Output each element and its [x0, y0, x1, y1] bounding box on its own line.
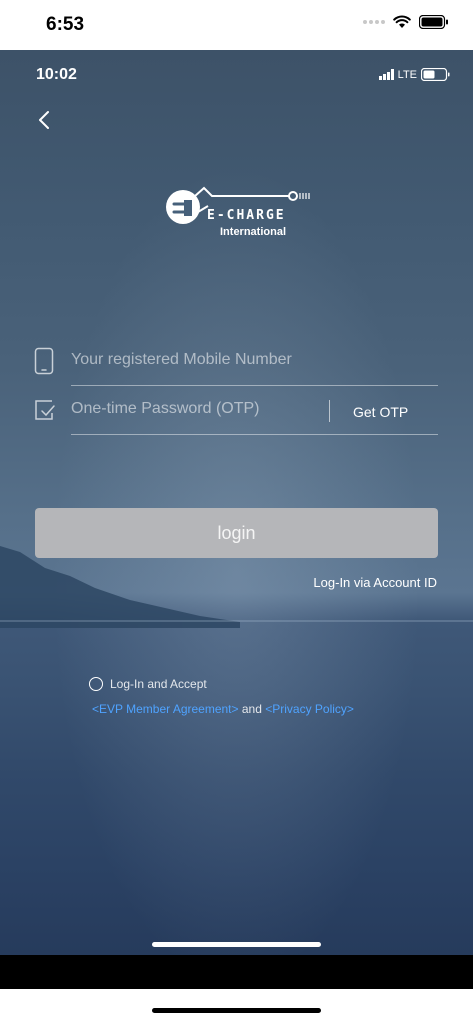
otp-separator — [329, 400, 330, 422]
app-clock: 10:02 — [36, 66, 77, 83]
mobile-phone-icon — [34, 347, 54, 375]
app-battery-icon — [421, 68, 450, 81]
agreement-line: <EVP Member Agreement> and <Privacy Poli… — [92, 702, 354, 716]
app-home-indicator — [152, 942, 321, 947]
get-otp-button[interactable]: Get OTP — [353, 404, 408, 420]
back-chevron-icon[interactable] — [34, 108, 56, 132]
privacy-policy-link[interactable]: <Privacy Policy> — [265, 702, 354, 716]
agreement-joiner: and — [238, 702, 266, 716]
horizon-line — [0, 620, 473, 622]
accept-radio[interactable] — [89, 677, 103, 691]
logo-brand-text: E-CHARGE — [207, 208, 286, 223]
login-button[interactable]: login — [35, 508, 438, 558]
outer-home-indicator[interactable] — [152, 1008, 321, 1013]
outer-clock: 6:53 — [46, 14, 85, 35]
network-label: LTE — [397, 68, 417, 81]
signal-dots-icon — [363, 20, 385, 24]
battery-icon — [419, 15, 448, 29]
member-agreement-link[interactable]: <EVP Member Agreement> — [92, 702, 239, 716]
outer-status-bar: 6:53 — [0, 0, 473, 50]
app-status-bar: 10:02 LTE — [0, 50, 473, 100]
logo-subtitle: International — [220, 226, 287, 238]
otp-field-underline — [71, 434, 438, 435]
mobile-number-input[interactable]: Your registered Mobile Number — [71, 351, 292, 369]
mobile-field-underline — [71, 385, 438, 386]
accept-label: Log-In and Accept — [110, 677, 207, 691]
bottom-black-band — [0, 955, 473, 989]
otp-checkbox-icon — [35, 400, 55, 420]
outer-status-icons — [363, 15, 449, 29]
otp-input[interactable]: One-time Password (OTP) — [71, 400, 259, 418]
app-screen: 10:02 LTE E-CHARGE International Your re… — [0, 50, 473, 955]
cell-signal-icon — [378, 69, 394, 80]
wifi-icon — [393, 15, 411, 28]
account-id-login-link[interactable]: Log-In via Account ID — [313, 575, 437, 590]
app-status-icons: LTE — [378, 68, 451, 81]
